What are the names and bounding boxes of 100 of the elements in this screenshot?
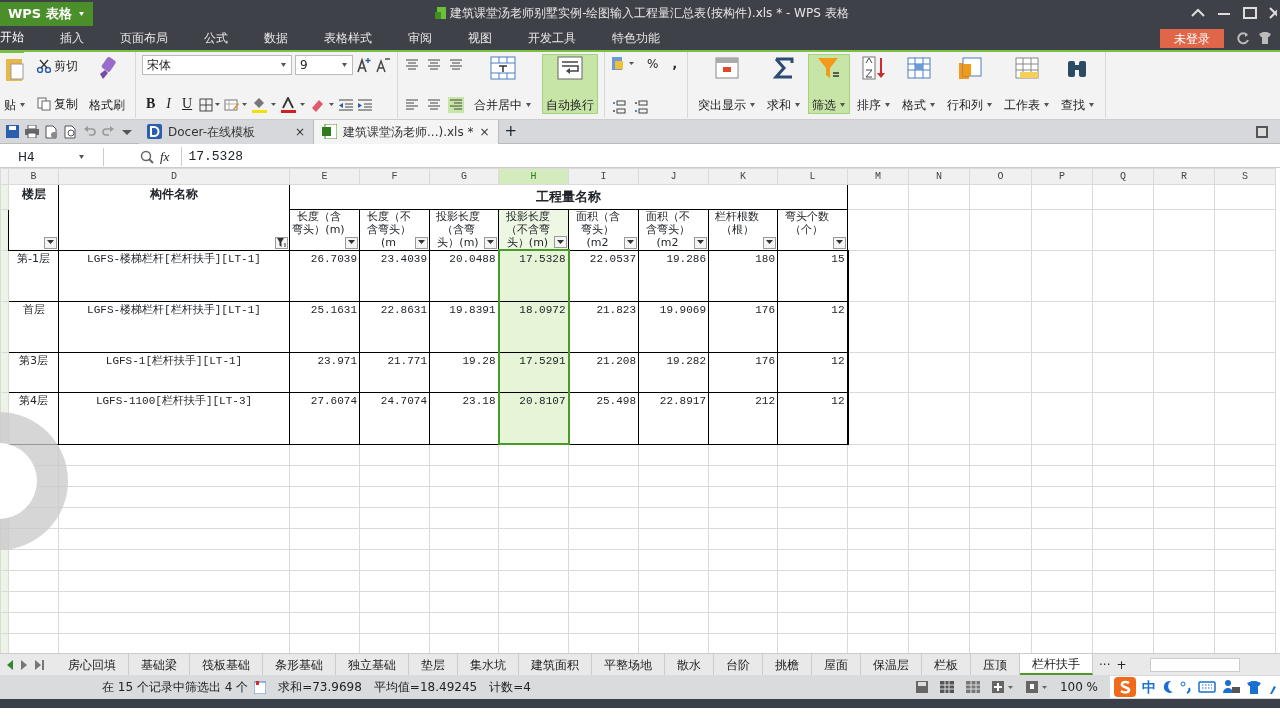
column-header[interactable]: F [359,168,430,185]
copy-button[interactable]: 复制 [33,94,82,113]
zoom-icon[interactable] [140,149,154,164]
reading-mode-icon[interactable] [991,681,1014,693]
close-icon[interactable] [1269,7,1277,19]
column-header[interactable]: N [908,168,970,185]
page-break-view-icon[interactable] [965,681,980,693]
bold-button[interactable]: B [142,94,160,115]
document-tab[interactable]: Docer-在线模板 × [139,119,314,144]
shirt-icon[interactable] [1246,680,1262,694]
column-header[interactable]: O [969,168,1032,185]
ribbon-tool-button[interactable]: 行和列 [942,54,997,114]
wrap-text-button[interactable]: 自动换行 [542,54,598,114]
save-icon[interactable] [6,125,19,138]
font-color-icon[interactable] [280,96,307,113]
column-header[interactable]: D [58,168,290,185]
filter-dropdown-button[interactable] [415,236,428,249]
document-tab[interactable]: 建筑课堂汤老师...).xls * × [314,119,499,144]
shirt-icon[interactable] [1258,31,1272,45]
eye-care-icon[interactable] [1025,681,1048,693]
user-icon[interactable] [1222,679,1240,695]
ribbon-tool-button[interactable]: 突出显示 [693,54,760,114]
column-header[interactable]: I [568,168,639,185]
increase-decimal-icon[interactable] [611,99,627,115]
column-header[interactable]: P [1031,168,1093,185]
app-menu-button[interactable]: WPS 表格 [0,1,93,26]
new-tab-button[interactable]: + [498,120,524,143]
function-button[interactable]: fx [160,146,170,167]
ribbon-tool-button[interactable]: 筛选 [807,54,850,114]
column-header[interactable]: R [1153,168,1215,185]
comma-style-button[interactable]: , [668,55,681,74]
next-sheet-icon[interactable] [20,659,28,670]
italic-button[interactable]: I [162,94,175,115]
maximize-icon[interactable] [1243,7,1257,19]
filter-dropdown-button[interactable] [554,236,567,248]
more-sheets-button[interactable]: ··· [1099,655,1111,674]
paste-button[interactable]: 贴 [0,54,30,114]
refresh-icon[interactable] [1236,31,1250,45]
panel-icon[interactable] [1256,125,1268,138]
cut-button[interactable]: 剪切 [33,57,82,76]
filter-dropdown-button[interactable] [833,236,846,249]
ime-logo-icon[interactable] [1114,677,1136,697]
ribbon-tool-button[interactable]: 求和 [762,54,805,114]
decrease-decimal-icon[interactable] [633,99,649,115]
font-select[interactable]: 宋体 [142,55,292,75]
ribbon-tool-button[interactable]: 格式 [897,54,940,114]
formula-input[interactable]: 17.5328 [181,146,1280,167]
column-header[interactable]: M [847,168,909,185]
ribbon-tool-button[interactable]: 工作表 [999,54,1054,114]
horizontal-scrollbar[interactable] [1150,657,1240,672]
menu-tab[interactable]: 表格样式 [324,25,372,51]
column-header[interactable]: H [498,168,569,185]
column-header[interactable]: S [1214,168,1276,185]
sheet-tab[interactable]: 栏杆扶手 [1020,654,1093,675]
menu-tab[interactable]: 开发工具 [528,25,576,51]
close-tab-button[interactable]: × [479,122,490,141]
font-size-select[interactable]: 9 [295,55,353,75]
fill-color-icon[interactable] [251,96,278,113]
borders-icon[interactable] [199,97,222,112]
column-header[interactable]: G [429,168,499,185]
format-painter-button[interactable]: 格式刷 [85,54,129,114]
font-grow-icon[interactable] [356,57,372,73]
menu-tab[interactable]: 特色功能 [612,25,660,51]
number-format-icon[interactable] [611,56,637,73]
column-header[interactable]: E [289,168,360,185]
ribbon-tool-button[interactable]: 查找 [1056,54,1099,114]
print-preview-icon[interactable] [45,124,58,139]
filter-dropdown-button[interactable] [44,236,57,249]
name-box[interactable]: H4 [0,147,104,166]
menu-tab[interactable]: 插入 [60,25,84,51]
filter-active-button[interactable] [275,236,288,249]
first-sheet-icon[interactable] [6,659,14,670]
column-header[interactable]: K [708,168,778,185]
menu-tab[interactable]: 数据 [264,25,288,51]
merge-center-button[interactable]: 合并居中 [470,54,536,114]
filter-dropdown-button[interactable] [763,236,776,249]
column-header[interactable]: J [638,168,709,185]
normal-view-icon[interactable] [939,681,954,693]
add-sheet-button[interactable]: + [1116,655,1127,674]
filter-dropdown-button[interactable] [694,236,707,249]
filter-dropdown-button[interactable] [345,236,358,249]
menu-tab[interactable]: 审阅 [408,25,432,51]
increase-indent-icon[interactable] [357,97,374,112]
last-sheet-icon[interactable] [34,659,44,670]
input-mode[interactable]: 中 [1142,676,1156,698]
print-icon[interactable] [25,125,39,138]
chevron-up-icon[interactable] [1191,8,1205,18]
column-header[interactable]: Q [1092,168,1154,185]
menu-tab[interactable]: 公式 [204,25,228,51]
moon-icon[interactable] [1162,680,1174,694]
ribbon-tool-button[interactable]: 排序 [852,54,895,114]
menu-tab[interactable]: 视图 [468,25,492,51]
filter-dropdown-button[interactable] [624,236,637,249]
column-header[interactable]: B [8,168,59,185]
menu-tab[interactable]: 页面布局 [120,25,168,51]
zoom-level[interactable]: 100 % [1059,678,1098,696]
close-tab-button[interactable]: × [294,122,305,141]
cell-style-icon[interactable] [224,97,249,112]
underline-button[interactable]: U [178,94,197,115]
preview-icon[interactable] [64,124,77,139]
